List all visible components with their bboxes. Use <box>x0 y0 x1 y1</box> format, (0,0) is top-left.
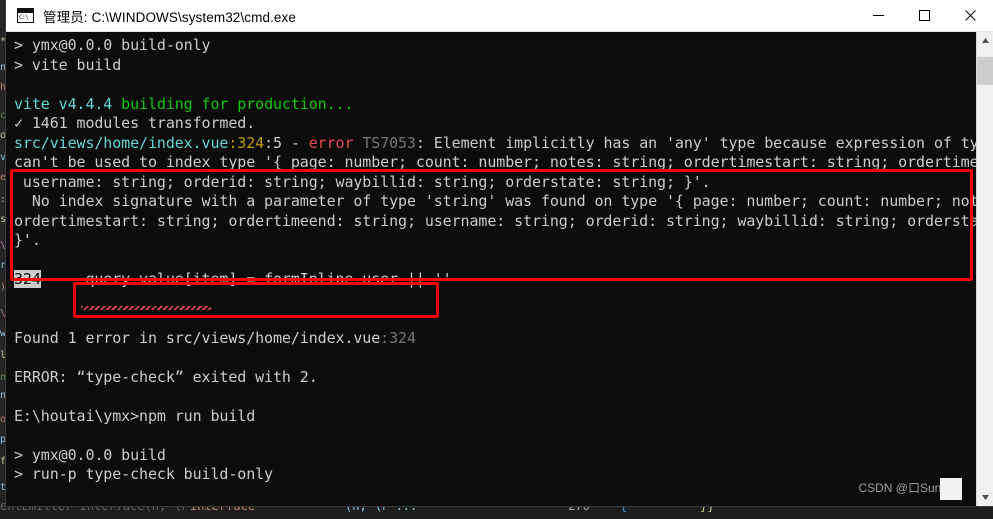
scroll-down-arrow-icon[interactable] <box>977 489 993 506</box>
console-text: ERROR: “type-check” exited with 2. <box>14 367 318 386</box>
console-lines: > ymx@0.0.0 build-only > vite build vite … <box>6 32 976 506</box>
window-title: 管理员: C:\WINDOWS\system32\cmd.exe <box>43 9 296 25</box>
console-text: : Element implicitly has an 'any' type b… <box>415 133 976 152</box>
console-text: No index signature with a parameter of t… <box>14 192 976 210</box>
screenshot-root: *nehcao.vee:s;\rrc);\rwllcngnorpfltl ent… <box>0 0 993 519</box>
console-text: vite v4.4.4 <box>14 94 122 113</box>
minimize-button[interactable] <box>855 0 901 31</box>
console-text: 324 <box>14 270 41 288</box>
console-text: building for production... <box>121 94 354 113</box>
console-line: No index signature with a parameter of t… <box>14 192 976 212</box>
close-button[interactable] <box>947 0 993 31</box>
scrollbar-thumb[interactable] <box>977 57 993 85</box>
console-area: > ymx@0.0.0 build-only > vite build vite … <box>6 32 993 506</box>
console-line: ERROR: “type-check” exited with 2. <box>14 368 976 388</box>
console-line: E:\houtai\ymx>npm run build <box>14 407 976 427</box>
console-text: > vite build <box>14 55 122 74</box>
console-text: > run-p type-check build-only <box>14 465 273 483</box>
console-text: E:\houtai\ymx>npm run build <box>14 406 256 425</box>
console-text: Found 1 error in src/views/home/index.vu… <box>14 328 381 347</box>
console-output[interactable]: > ymx@0.0.0 build-only > vite build vite … <box>6 32 976 506</box>
console-text: :324 <box>380 328 416 347</box>
console-text: ✓ 1461 modules transformed. <box>14 114 256 132</box>
console-text: }'. <box>14 231 41 249</box>
console-line: can't be used to index type '{ page: num… <box>14 153 976 173</box>
console-line: > ymx@0.0.0 build-only <box>14 36 976 56</box>
console-text: username: string; orderid: string; waybi… <box>14 172 711 191</box>
console-line: username: string; orderid: string; waybi… <box>14 173 976 193</box>
console-line: > run-p type-check build-only <box>14 465 976 485</box>
console-text: query.value[item] = formInline.user || '… <box>40 270 452 288</box>
console-line: ordertimestart: string; ordertimeend: st… <box>14 212 976 232</box>
console-line: ✓ 1461 modules transformed. <box>14 114 976 134</box>
console-text: - <box>281 133 309 152</box>
console-line: > vite build <box>14 56 976 76</box>
console-text: src/views/home/index.vue <box>14 133 229 152</box>
console-line: Found 1 error in src/views/home/index.vu… <box>14 329 976 349</box>
console-scrollbar[interactable] <box>976 32 993 506</box>
console-line: vite v4.4.4 building for production... <box>14 95 976 115</box>
scrollbar-track[interactable] <box>977 49 993 489</box>
maximize-button[interactable] <box>901 0 947 31</box>
console-text: > ymx@0.0.0 build-only <box>14 36 211 54</box>
console-line: 324 query.value[item] = formInline.user … <box>14 270 976 290</box>
console-text: :5 <box>264 133 282 152</box>
console-line: > ymx@0.0.0 build <box>14 446 976 466</box>
console-text: can't be used to index type '{ page: num… <box>14 153 976 171</box>
console-text: error <box>308 133 354 152</box>
console-text: ordertimestart: string; ordertimeend: st… <box>14 211 976 230</box>
title-bar[interactable]: 管理员: C:\WINDOWS\system32\cmd.exe <box>6 0 993 32</box>
console-text: TS7053 <box>353 133 416 152</box>
console-line: src/views/home/index.vue:324:5 - error T… <box>14 134 976 154</box>
console-line: }'. <box>14 231 976 251</box>
cmd-icon <box>17 8 34 23</box>
scroll-up-arrow-icon[interactable] <box>977 32 993 49</box>
console-text: > ymx@0.0.0 build <box>14 445 166 464</box>
cmd-window: 管理员: C:\WINDOWS\system32\cmd.exe <box>6 0 993 506</box>
error-squiggle-underline <box>81 306 211 310</box>
window-controls <box>855 0 993 31</box>
console-text: :324 <box>228 133 265 152</box>
